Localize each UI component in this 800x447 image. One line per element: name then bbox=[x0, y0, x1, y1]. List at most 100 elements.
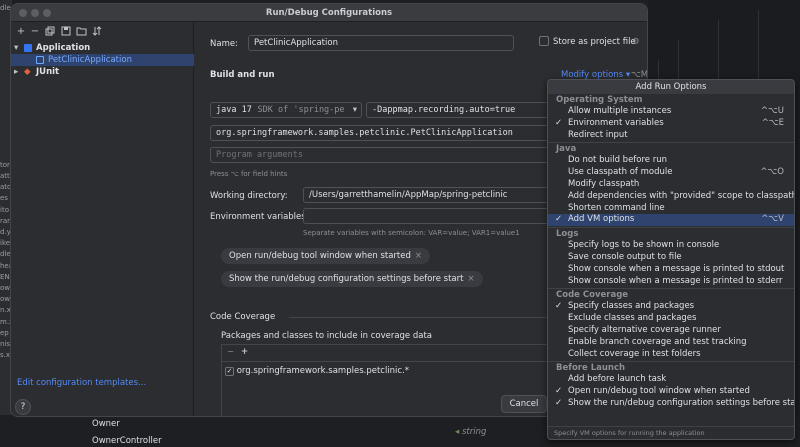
menu-item-label: Add dependencies with "provided" scope t… bbox=[568, 190, 795, 201]
environment-variables-hint: Separate variables with semicolon: VAR=v… bbox=[303, 229, 520, 237]
menu-item[interactable]: Allow multiple instances ^⌥U bbox=[548, 106, 794, 118]
menu-item[interactable]: Add before launch task bbox=[548, 374, 794, 386]
vm-options-field[interactable]: -Dappmap.recording.auto=true bbox=[366, 102, 560, 118]
menu-group-heading: Java bbox=[548, 144, 794, 156]
coverage-remove-button[interactable]: − bbox=[227, 347, 234, 357]
help-button[interactable]: ? bbox=[15, 399, 31, 415]
menu-group-heading: Before Launch bbox=[548, 363, 794, 375]
menu-item[interactable]: ✓ Open run/debug tool window when started bbox=[548, 386, 794, 398]
name-field[interactable]: PetClinicApplication bbox=[248, 35, 514, 51]
folder-icon[interactable] bbox=[75, 26, 87, 38]
menu-item[interactable]: Show console when a message is printed t… bbox=[548, 264, 794, 276]
menu-item[interactable]: Exclude classes and packages bbox=[548, 313, 794, 325]
menu-item-label: Collect coverage in test folders bbox=[568, 348, 701, 359]
chip-label: Open run/debug tool window when started bbox=[229, 251, 411, 261]
menu-item-label: Shorten command line bbox=[568, 202, 665, 213]
menu-item-label: Specify alternative coverage runner bbox=[568, 325, 721, 335]
environment-variables-label: Environment variables: bbox=[210, 212, 309, 222]
tree-item-petclinic-application[interactable]: PetClinicApplication bbox=[11, 54, 194, 66]
menu-item-label: Allow multiple instances bbox=[568, 106, 672, 116]
configurations-tree-panel: + − ▾ Application PetClinicApplication ▸… bbox=[11, 22, 194, 416]
coverage-entry-label: org.springframework.samples.petclinic.* bbox=[236, 366, 410, 376]
tree-item-label: PetClinicApplication bbox=[48, 55, 132, 65]
program-arguments-field[interactable]: Program arguments bbox=[210, 147, 560, 163]
chevron-down-icon[interactable]: ▾ bbox=[14, 42, 18, 54]
tree-item-label: Application bbox=[36, 43, 91, 53]
main-class-field[interactable]: org.springframework.samples.petclinic.Pe… bbox=[210, 125, 560, 141]
menu-item[interactable]: Redirect input bbox=[548, 130, 794, 142]
gear-icon[interactable]: ⚙ bbox=[632, 37, 640, 47]
junit-icon: ◆ bbox=[24, 67, 31, 77]
menu-separator bbox=[548, 288, 794, 290]
zoom-window-button[interactable] bbox=[43, 9, 51, 17]
menu-item[interactable]: Add dependencies with "provided" scope t… bbox=[548, 191, 794, 203]
bg-owner-label[interactable]: Owner bbox=[92, 419, 120, 429]
menu-item[interactable]: ✓ Add VM options ^⌥V bbox=[548, 214, 794, 227]
bg-owner-controller-label[interactable]: OwnerController bbox=[92, 436, 162, 446]
close-icon[interactable]: × bbox=[415, 251, 422, 261]
environment-variables-field[interactable] bbox=[303, 208, 560, 224]
code-coverage-heading: Code Coverage bbox=[210, 312, 276, 322]
check-icon: ✓ bbox=[555, 398, 563, 408]
menu-item[interactable]: Show console when a message is printed t… bbox=[548, 276, 794, 288]
working-directory-field[interactable]: /Users/garretthamelin/AppMap/spring-petc… bbox=[303, 187, 560, 203]
tree-item-label: JUnit bbox=[36, 67, 60, 77]
chevron-right-icon[interactable]: ▸ bbox=[14, 66, 18, 78]
save-configuration-icon[interactable] bbox=[60, 26, 72, 38]
menu-item-label: Add VM options bbox=[568, 214, 635, 225]
menu-item[interactable]: Collect coverage in test folders bbox=[548, 349, 794, 361]
check-icon: ✓ bbox=[555, 301, 563, 312]
coverage-entry-checkbox[interactable]: ✓ bbox=[225, 367, 234, 376]
coverage-add-button[interactable]: + bbox=[241, 347, 248, 357]
chip-open-tool-window[interactable]: Open run/debug tool window when started × bbox=[221, 248, 430, 264]
copy-configuration-icon[interactable] bbox=[44, 26, 56, 38]
menu-item[interactable]: ✓ Specify classes and packages bbox=[548, 301, 794, 313]
menu-item[interactable]: Specify logs to be shown in console bbox=[548, 240, 794, 252]
chip-show-settings[interactable]: Show the run/debug configuration setting… bbox=[221, 271, 483, 287]
bg-string-text: string bbox=[461, 427, 487, 437]
menu-item-shortcut: ^⌥O bbox=[760, 167, 784, 178]
menu-item[interactable]: Specify alternative coverage runner bbox=[548, 325, 794, 337]
store-as-project-file-label: Store as project file bbox=[553, 37, 636, 47]
menu-item[interactable]: Enable branch coverage and test tracking bbox=[548, 337, 794, 349]
check-icon: ✓ bbox=[555, 214, 563, 225]
check-icon: ✓ bbox=[555, 117, 563, 128]
menu-separator bbox=[548, 361, 794, 363]
store-as-project-file-checkbox[interactable] bbox=[539, 36, 549, 46]
name-label: Name: bbox=[210, 39, 238, 49]
application-icon bbox=[24, 44, 32, 52]
menu-item[interactable]: Modify classpath bbox=[548, 179, 794, 191]
chip-label: Show the run/debug configuration setting… bbox=[229, 274, 464, 284]
menu-item-label: Show console when a message is printed t… bbox=[568, 263, 785, 274]
menu-item-label: Redirect input bbox=[568, 129, 628, 140]
remove-configuration-button[interactable]: − bbox=[29, 26, 41, 38]
menu-item-label: Enable branch coverage and test tracking bbox=[568, 336, 747, 347]
menu-item[interactable]: Shorten command line bbox=[548, 203, 794, 215]
tree-item-application[interactable]: ▾ Application bbox=[11, 42, 194, 54]
menu-item-label: Modify classpath bbox=[568, 179, 640, 189]
add-configuration-button[interactable]: + bbox=[15, 26, 27, 38]
cancel-button[interactable]: Cancel bbox=[501, 395, 547, 413]
menu-item[interactable]: ✓ Show the run/debug configuration settin… bbox=[548, 398, 794, 410]
edit-configuration-templates-link[interactable]: Edit configuration templates... bbox=[17, 378, 146, 388]
menu-item-label: Specify classes and packages bbox=[568, 301, 695, 312]
menu-item[interactable]: Use classpath of module ^⌥O bbox=[548, 167, 794, 179]
list-item[interactable]: ✓ org.springframework.samples.petclinic.… bbox=[225, 366, 409, 376]
jdk-select[interactable]: java 17 SDK of 'spring-pe ▾ bbox=[210, 102, 362, 118]
menu-item-label: Show the run/debug configuration setting… bbox=[568, 398, 795, 408]
close-icon[interactable]: × bbox=[467, 274, 474, 284]
check-icon: ✓ bbox=[555, 386, 563, 397]
list-divider bbox=[222, 361, 559, 362]
field-hints-text: Press ⌥ for field hints bbox=[210, 170, 288, 178]
menu-item-shortcut: ^⌥U bbox=[760, 106, 784, 116]
arrow-left-icon: ◂ bbox=[455, 427, 460, 437]
tree-item-junit[interactable]: ▸ ◆ JUnit bbox=[11, 66, 194, 78]
menu-item[interactable]: Save console output to file bbox=[548, 252, 794, 264]
menu-item[interactable]: ✓ Environment variables ^⌥E bbox=[548, 118, 794, 130]
minimize-window-button[interactable] bbox=[31, 9, 39, 17]
bg-string-hint: ◂ string bbox=[455, 427, 486, 437]
close-window-button[interactable] bbox=[19, 9, 27, 17]
chevron-down-icon: ▾ bbox=[352, 105, 357, 115]
sort-icon[interactable] bbox=[91, 26, 103, 38]
menu-item[interactable]: Do not build before run bbox=[548, 155, 794, 167]
